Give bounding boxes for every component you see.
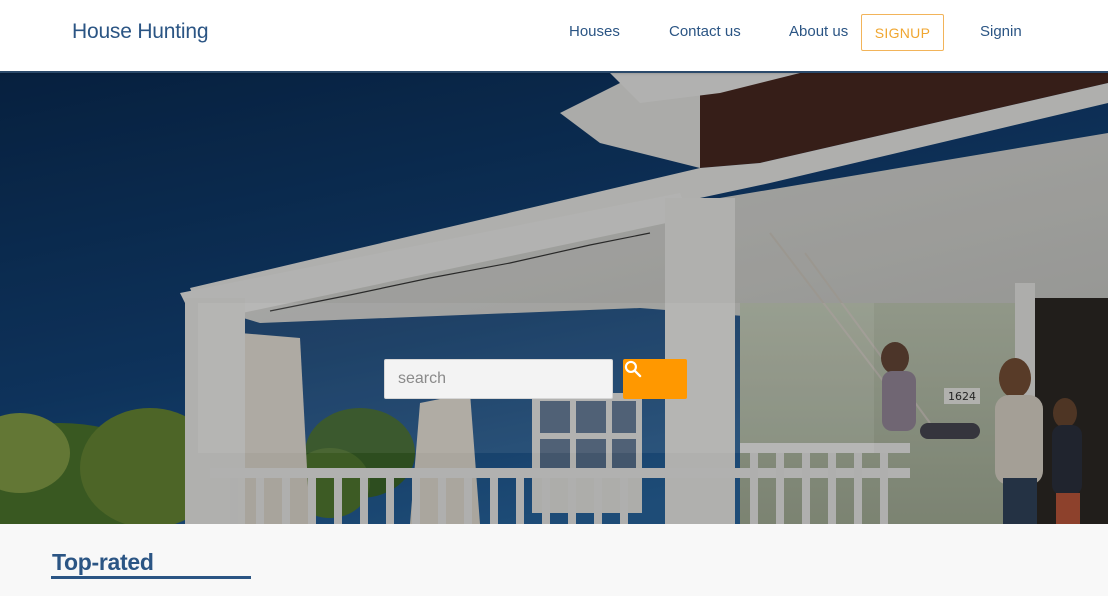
hero-overlay	[0, 73, 1108, 524]
brand-logo[interactable]: House Hunting	[72, 20, 209, 44]
nav-link-signin[interactable]: Signin	[980, 23, 1022, 40]
nav-link-about-us[interactable]: About us	[789, 23, 848, 40]
navbar: House Hunting Houses Contact us About us…	[0, 0, 1108, 73]
search-input[interactable]	[384, 359, 613, 399]
nav-link-houses[interactable]: Houses	[569, 23, 620, 40]
section-title-underline	[51, 576, 251, 579]
signup-button[interactable]: SIGNUP	[861, 14, 944, 51]
section-title-top-rated: Top-rated	[52, 549, 154, 575]
hero-banner: 1624	[0, 73, 1108, 524]
search-button[interactable]	[623, 359, 687, 399]
nav-link-contact-us[interactable]: Contact us	[669, 23, 741, 40]
